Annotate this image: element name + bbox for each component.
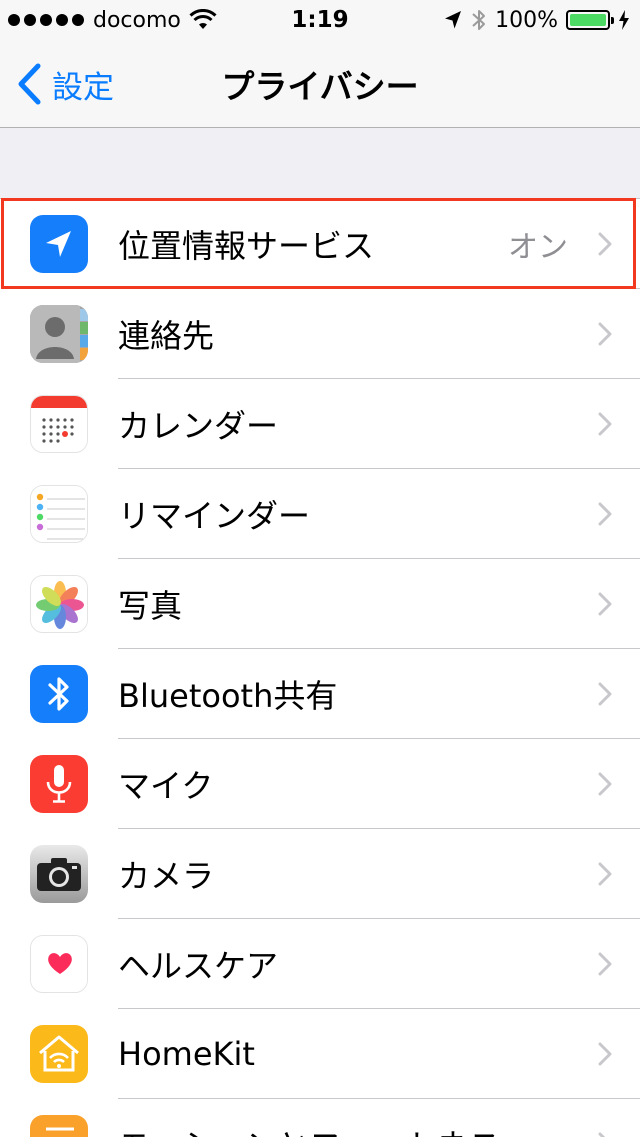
signal-strength-icon <box>8 14 84 26</box>
camera-icon <box>30 845 88 903</box>
carrier-name: docomo <box>93 7 181 33</box>
chevron-right-icon <box>598 952 612 976</box>
row-reminders[interactable]: リマインダー <box>0 469 640 559</box>
row-value: オン <box>508 230 568 265</box>
back-button[interactable]: 設定 <box>16 40 114 128</box>
row-label: リマインダー <box>118 497 311 535</box>
row-motion-fitness[interactable]: モーションとフィットネス <box>0 1099 640 1137</box>
bluetooth-share-icon <box>30 665 88 723</box>
location-arrow-icon <box>445 11 462 29</box>
chevron-right-icon <box>598 592 612 616</box>
health-icon <box>30 935 88 993</box>
navigation-bar: 設定 プライバシー <box>0 40 640 128</box>
chevron-right-icon <box>598 502 612 526</box>
row-location-services[interactable]: 位置情報サービス オン <box>0 199 640 289</box>
row-label: HomeKit <box>118 1035 255 1073</box>
photos-icon <box>30 575 88 633</box>
battery-percentage: 100% <box>495 7 558 33</box>
wifi-icon <box>189 9 217 29</box>
row-label: 連絡先 <box>118 317 215 355</box>
row-health[interactable]: ヘルスケア <box>0 919 640 1009</box>
row-contacts[interactable]: 連絡先 <box>0 289 640 379</box>
row-label: モーションとフィットネス <box>118 1121 501 1137</box>
row-label: ヘルスケア <box>118 947 279 985</box>
row-homekit[interactable]: HomeKit <box>0 1009 640 1099</box>
charging-bolt-icon <box>619 10 629 30</box>
row-label: Bluetooth共有 <box>118 677 338 715</box>
battery-icon <box>566 10 614 30</box>
row-label: 写真 <box>118 587 183 625</box>
privacy-settings-list: 位置情報サービス オン 連絡先 カレンダー リマインダー 写真 Bluetoot… <box>0 198 640 1137</box>
reminders-icon <box>30 485 88 543</box>
back-chevron-icon <box>18 63 41 105</box>
row-camera[interactable]: カメラ <box>0 829 640 919</box>
status-bar: docomo 1:19 100% <box>0 0 640 40</box>
motion-fitness-icon <box>30 1115 88 1137</box>
chevron-right-icon <box>598 1042 612 1066</box>
back-button-label: 設定 <box>52 69 114 106</box>
chevron-right-icon <box>598 1132 606 1137</box>
chevron-right-icon <box>598 322 612 346</box>
row-microphone[interactable]: マイク <box>0 739 640 829</box>
location-services-icon <box>30 215 88 273</box>
row-bluetooth-sharing[interactable]: Bluetooth共有 <box>0 649 640 739</box>
row-calendar[interactable]: カレンダー <box>0 379 640 469</box>
bluetooth-icon <box>472 10 486 30</box>
chevron-right-icon <box>598 862 612 886</box>
chevron-right-icon <box>598 772 612 796</box>
row-label: 位置情報サービス <box>118 227 375 265</box>
homekit-icon <box>30 1025 88 1083</box>
chevron-right-icon <box>598 232 612 256</box>
contacts-icon <box>30 305 88 363</box>
microphone-icon <box>30 755 88 813</box>
chevron-right-icon <box>598 682 612 706</box>
row-label: カレンダー <box>118 407 279 445</box>
row-label: カメラ <box>118 857 215 895</box>
chevron-right-icon <box>598 412 612 436</box>
calendar-icon <box>30 395 88 453</box>
row-photos[interactable]: 写真 <box>0 559 640 649</box>
row-label: マイク <box>118 767 214 805</box>
